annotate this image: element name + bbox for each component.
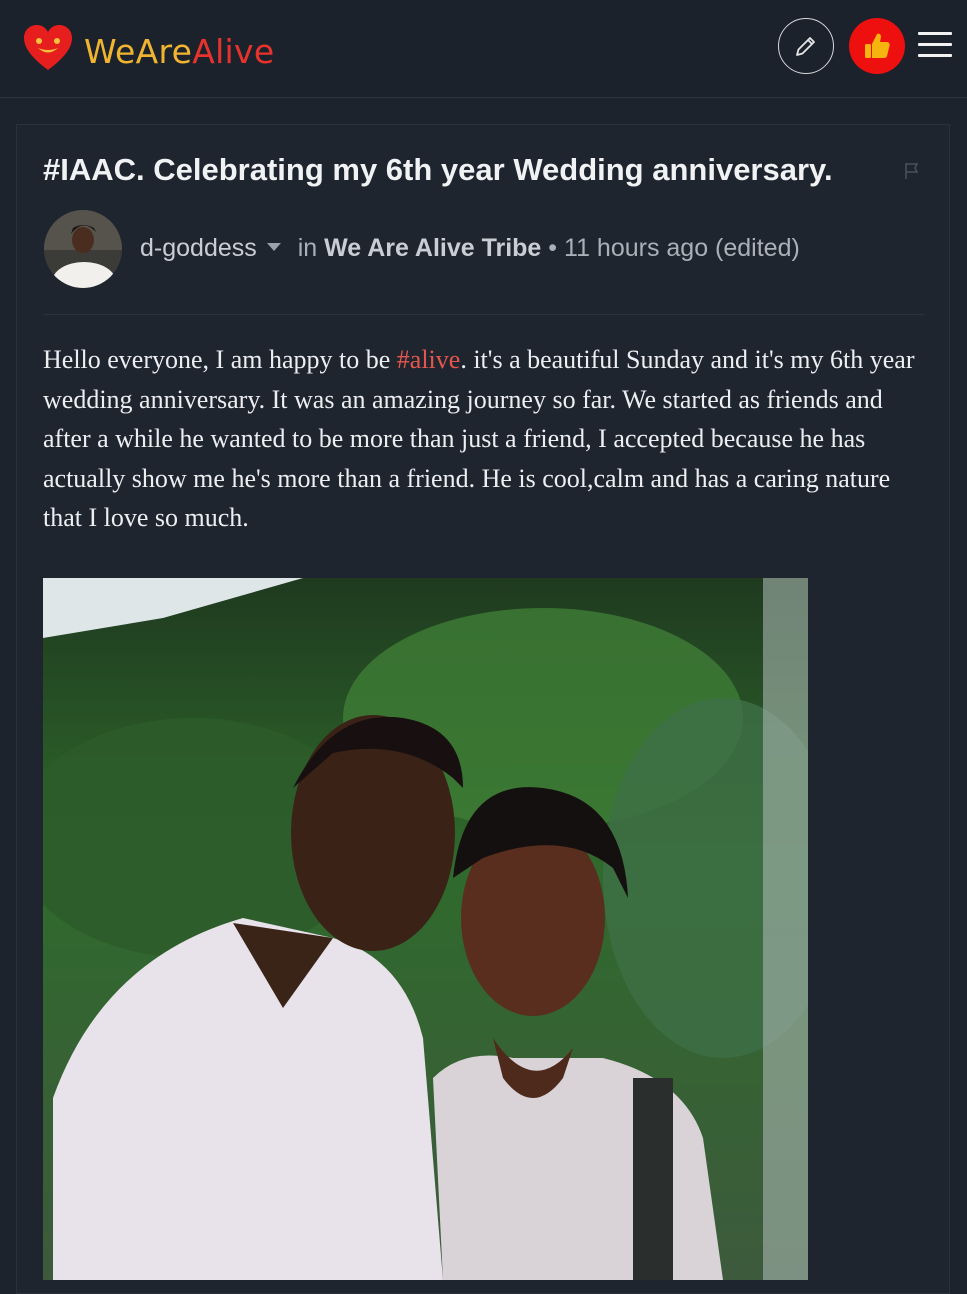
heart-logo-icon[interactable] [22, 24, 74, 72]
hamburger-menu-icon[interactable] [918, 32, 952, 60]
body-text-intro: Hello everyone, I am happy to be [43, 345, 397, 374]
top-navbar: WeAreAlive [0, 0, 967, 98]
create-post-button[interactable] [778, 18, 834, 74]
caret-down-icon[interactable] [266, 243, 281, 252]
post-title: #IAAC. Celebrating my 6th year Wedding a… [43, 152, 833, 187]
brand-part-we-are: WeAre [84, 32, 193, 71]
brand-part-alive: Alive [192, 32, 275, 71]
menu-bar-line [918, 32, 952, 35]
menu-bar-line [918, 54, 952, 57]
author-name-link[interactable]: d-goddess [140, 234, 257, 262]
in-label: in [297, 234, 318, 262]
author-avatar[interactable] [44, 210, 122, 288]
post-photo[interactable] [43, 578, 808, 1280]
thumbs-up-icon [865, 33, 890, 58]
couple-photo-image [43, 578, 808, 1280]
post-timestamp[interactable]: 11 hours ago (edited) [564, 234, 800, 262]
menu-bar-line [918, 43, 952, 46]
upvote-button[interactable] [849, 18, 905, 74]
post-meta: d-goddess in We Are Alive Tribe • 11 hou… [140, 234, 800, 263]
community-link[interactable]: We Are Alive Tribe [324, 234, 541, 262]
brand-logo-text[interactable]: WeAreAlive [84, 32, 274, 71]
flag-icon[interactable] [904, 162, 920, 180]
pencil-icon [796, 37, 815, 56]
meta-separator: • [548, 234, 558, 262]
avatar-image [44, 210, 122, 288]
hashtag-link[interactable]: #alive [397, 345, 461, 374]
post-body: Hello everyone, I am happy to be #alive.… [43, 340, 933, 538]
divider [44, 314, 924, 315]
